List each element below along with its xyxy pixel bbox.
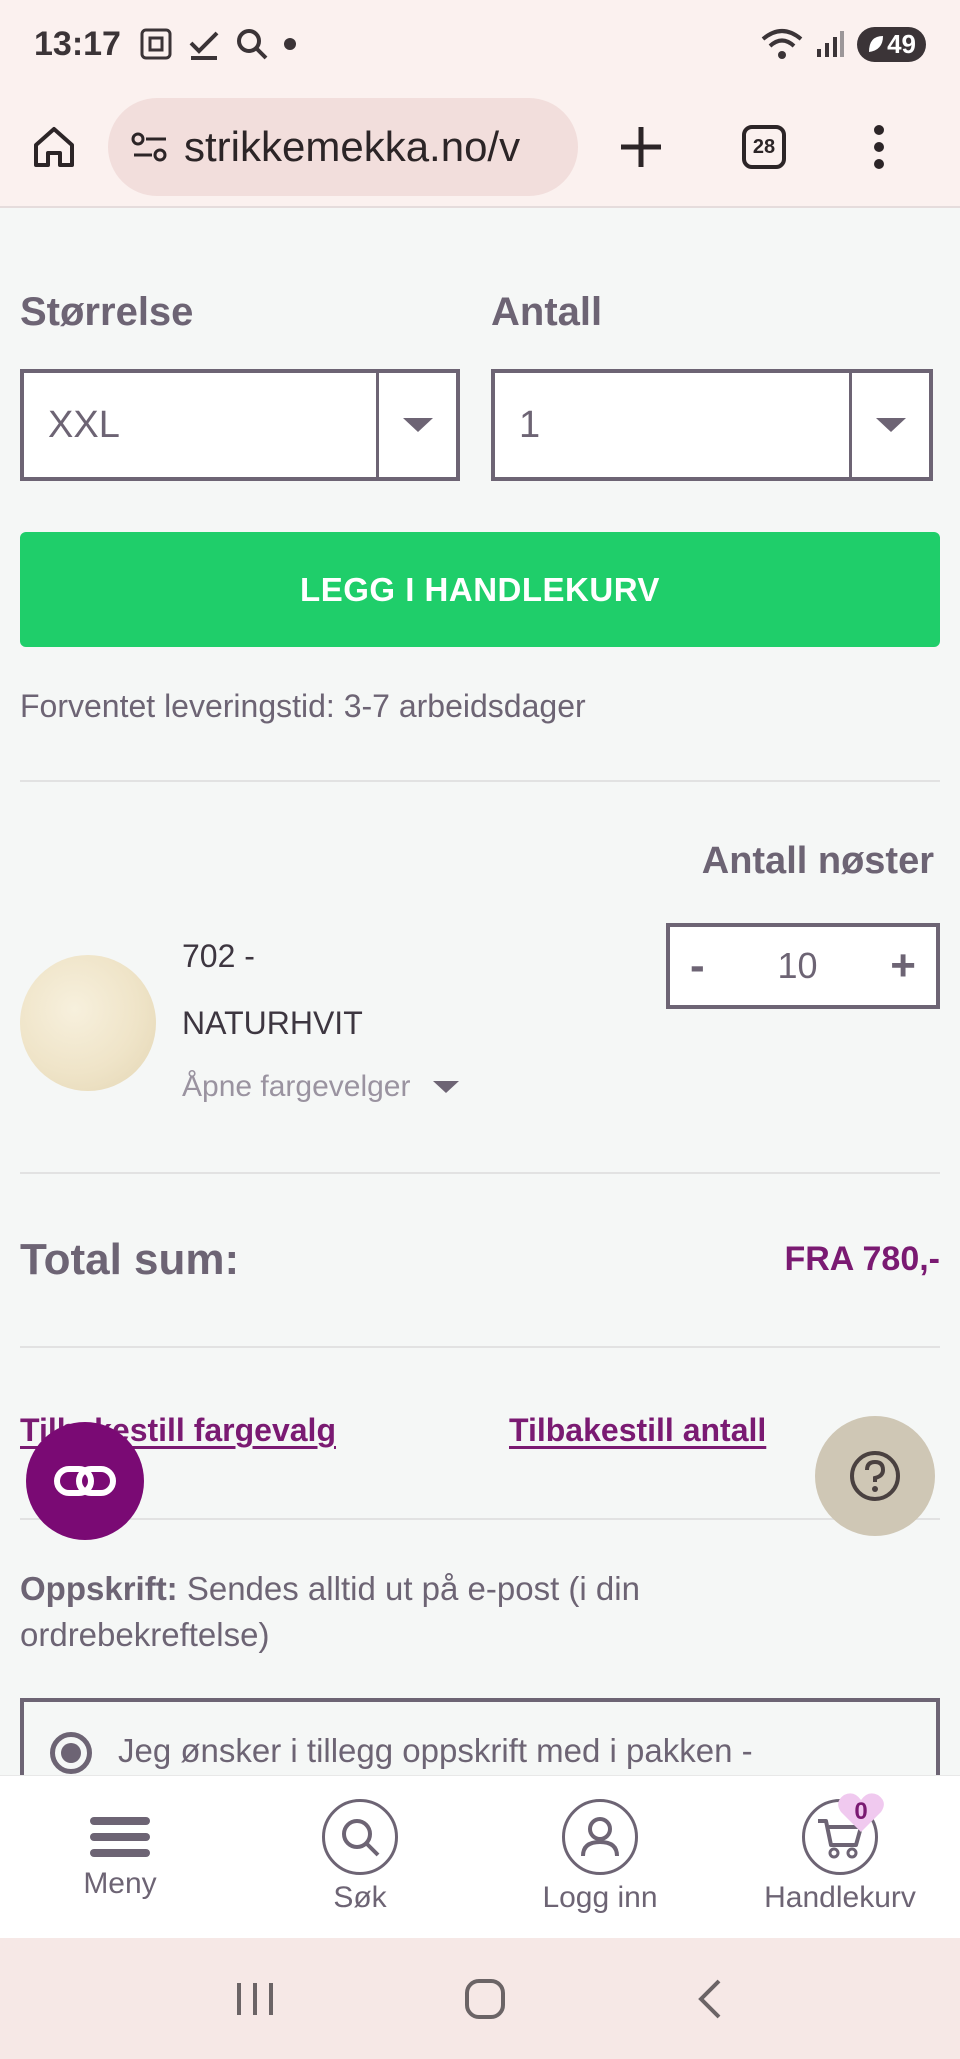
new-tab-button[interactable] [618,124,664,170]
bottom-navigation: Meny Søk Logg inn 0 Handlekurv [0,1775,960,1938]
delivery-time: Forventet leveringstid: 3-7 arbeidsdager [20,688,586,724]
reset-quantity-link[interactable]: Tilbakestill antall [509,1412,766,1449]
add-to-cart-button[interactable]: LEGG I HANDLEKURV [20,532,940,647]
chat-widget-button[interactable] [26,1422,144,1540]
color-swatch[interactable] [20,955,156,1091]
screenshot-icon [140,28,172,60]
task-check-icon [189,31,219,60]
system-navigation-bar [0,1938,960,2059]
battery-indicator: 49 [857,26,926,62]
wifi-icon [761,29,803,59]
cut-off-text [20,210,540,212]
status-icons-left [139,27,297,61]
skeins-minus-button[interactable]: - [690,941,705,991]
quantity-label: Antall [491,290,603,334]
tab-count: 28 [742,125,786,169]
skeins-label: Antall nøster [701,840,934,882]
skeins-stepper[interactable]: - 10 + [666,923,940,1009]
nav-login[interactable]: Logg inn [480,1776,720,1938]
address-bar[interactable]: strikkemekka.no/v [108,98,578,196]
recent-apps-icon[interactable] [233,1979,277,2019]
site-settings-icon [131,132,167,162]
open-color-picker[interactable]: Åpne fargevelger [182,1070,459,1104]
nav-login-label: Logg inn [542,1881,658,1914]
nav-menu-label: Meny [83,1867,157,1900]
tab-switcher-button[interactable]: 28 [742,125,786,169]
home-nav-icon[interactable] [463,1977,507,2021]
divider [20,780,940,782]
dot-icon [283,38,296,50]
divider [20,1172,940,1174]
nav-search[interactable]: Søk [240,1776,480,1938]
total-label: Total sum: [20,1235,240,1284]
help-button[interactable] [815,1416,935,1536]
nav-menu[interactable]: Meny [0,1776,240,1938]
open-color-picker-label: Åpne fargevelger [182,1070,411,1103]
cart-badge: 0 [836,1790,886,1834]
cart-count: 0 [854,1798,868,1825]
menu-icon [90,1817,150,1857]
link-loop-icon [54,1466,116,1496]
browser-toolbar: strikkemekka.no/v 28 [0,88,960,208]
size-label: Størrelse [20,290,194,334]
quantity-select-arrow [849,373,929,477]
nav-cart[interactable]: 0 Handlekurv [720,1776,960,1938]
divider [20,1346,940,1348]
total-value: FRA 780,- [784,1240,940,1278]
page-content: Størrelse Antall XXL 1 LEGG I HANDLEKURV… [0,210,960,1775]
quantity-select[interactable]: 1 [491,369,933,481]
status-icons-right: 49 [761,26,926,62]
status-time: 13:17 [34,24,121,63]
nav-search-label: Søk [333,1881,387,1914]
browser-menu-button[interactable] [872,124,886,170]
pattern-option-box[interactable]: Jeg ønsker i tillegg oppskrift med i pak… [20,1698,940,1775]
skeins-value[interactable]: 10 [777,945,817,987]
chevron-down-icon [875,418,906,432]
chevron-down-icon [402,418,433,432]
nav-cart-label: Handlekurv [764,1881,916,1914]
search-circle [322,1799,398,1875]
pattern-label: Oppskrift: [20,1570,178,1607]
size-select-value: XXL [48,403,120,446]
home-icon [34,127,74,167]
leaf-icon [869,36,884,52]
size-select[interactable]: XXL [20,369,460,481]
plus-icon [621,127,661,167]
url-text: strikkemekka.no/v [184,123,521,170]
pattern-option-radio[interactable] [50,1732,92,1774]
size-select-arrow [376,373,456,477]
search-icon [342,1819,380,1857]
more-vert-icon [874,125,884,169]
divider [20,1518,940,1520]
user-circle [562,1799,638,1875]
help-icon [850,1451,900,1501]
quantity-select-value: 1 [519,403,541,446]
color-name-line1: 702 - [182,938,255,974]
chevron-down-icon [432,1081,459,1093]
status-bar: 13:17 49 [0,0,960,88]
search-status-icon [236,29,268,60]
skeins-plus-button[interactable]: + [890,941,916,991]
color-name-line2: NATURHVIT [182,1005,363,1041]
user-icon [581,1817,619,1857]
signal-icon [817,31,845,57]
back-icon[interactable] [693,1977,727,2021]
pattern-info: Oppskrift: Sendes alltid ut på e-post (i… [20,1566,780,1658]
pattern-option-text: Jeg ønsker i tillegg oppskrift med i pak… [118,1732,753,1769]
battery-level: 49 [887,28,916,59]
home-button[interactable] [30,123,78,171]
